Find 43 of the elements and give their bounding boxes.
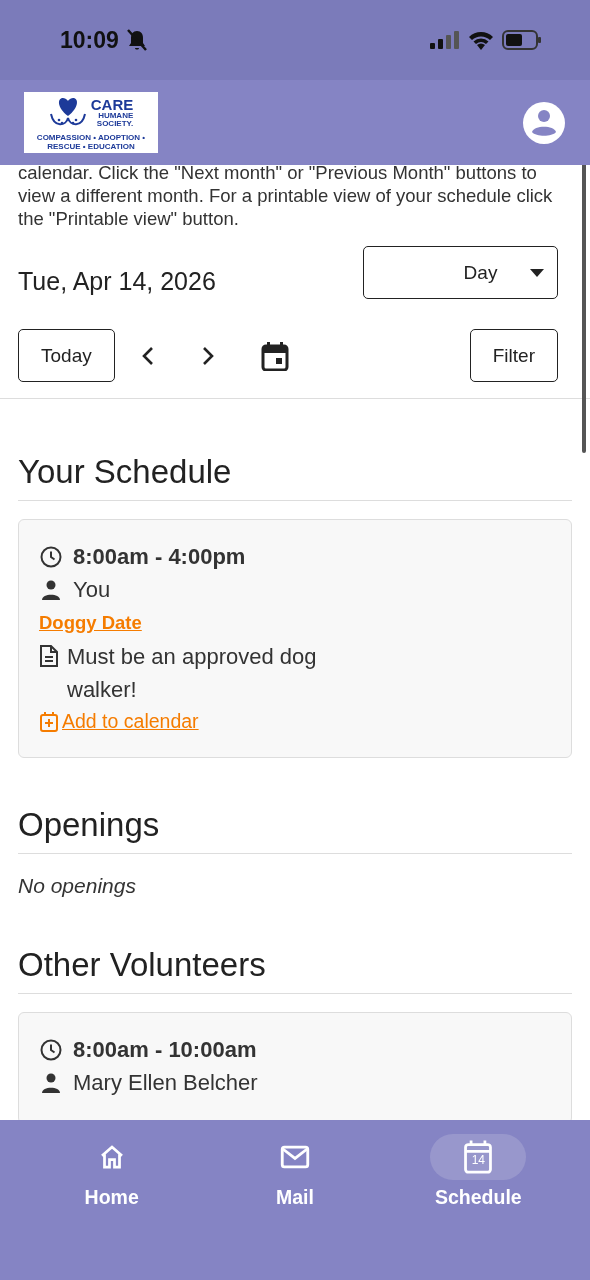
wifi-icon	[468, 30, 494, 50]
dropdown-caret-icon	[529, 267, 545, 278]
section-heading: Other Volunteers	[18, 898, 572, 994]
calendar-plus-icon	[39, 710, 59, 733]
current-date: Tue, Apr 14, 2026	[18, 267, 216, 296]
chevron-right-icon	[200, 345, 215, 366]
next-button[interactable]	[200, 345, 215, 366]
document-icon	[39, 644, 59, 668]
scrollbar[interactable]	[582, 165, 586, 453]
instructions-text: calendar. Click the "Next month" or "Previous Month" buttons to view a different month. For a printable view of your schedule click the "Printable view" button.	[18, 165, 554, 230]
view-dropdown[interactable]: Day	[363, 246, 558, 299]
volunteer-name: Mary Ellen Belcher	[73, 1069, 258, 1097]
account-icon[interactable]	[522, 100, 566, 145]
section-heading: Openings	[18, 758, 572, 854]
calendar-date-text: 14	[471, 1153, 485, 1167]
bell-slash-icon	[126, 29, 147, 51]
add-to-calendar-link[interactable]: Add to calendar	[39, 710, 551, 733]
calendar-icon	[260, 340, 289, 371]
clock-icon	[39, 1037, 63, 1062]
logo-tagline: COMPASSION • ADOPTION • RESCUE • EDUCATION	[35, 133, 147, 151]
signal-icon	[430, 31, 460, 49]
previous-button[interactable]	[140, 345, 155, 366]
nav-tab[interactable]: Home	[46, 1134, 177, 1216]
shift-time: 8:00am - 4:00pm	[73, 543, 246, 571]
logo-text: SOCIETY.	[96, 119, 134, 128]
logo[interactable]: CARE HUMANE SOCIETY. COMPASSION • ADOPTION • RESCUE • EDUCATION	[24, 92, 158, 153]
clock-icon	[39, 544, 63, 569]
filter-button[interactable]: Filter	[469, 329, 558, 382]
empty-message: No openings	[18, 874, 137, 898]
chevron-left-icon	[140, 345, 155, 366]
battery-icon	[502, 30, 542, 50]
shift-note: Must be an approved dog walker!	[67, 643, 318, 704]
shift-time: 8:00am - 10:00am	[73, 1036, 257, 1064]
logo-text: CARE	[90, 96, 134, 112]
today-button[interactable]: Today	[18, 329, 115, 382]
volunteer-name: You	[73, 576, 111, 604]
nav-tab[interactable]: 14 Schedule	[413, 1134, 544, 1216]
nav-tab[interactable]: Mail	[230, 1134, 360, 1216]
logo-text: HUMANE	[98, 111, 134, 120]
date-picker-button[interactable]	[260, 340, 289, 371]
section-heading: Your Schedule	[18, 399, 572, 501]
status-time: 10:09	[60, 26, 119, 54]
activity-link[interactable]: Doggy Date	[39, 610, 142, 636]
